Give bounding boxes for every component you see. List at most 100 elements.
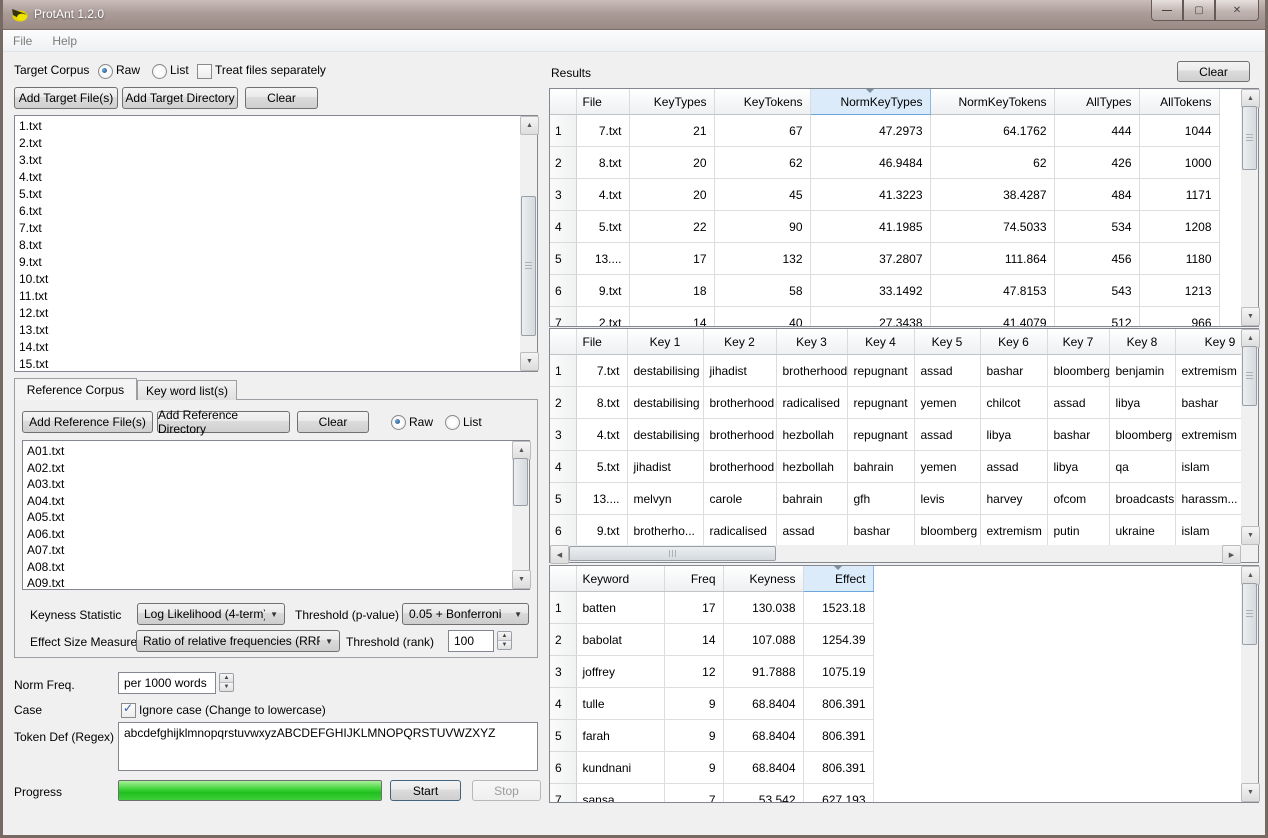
cell[interactable]: 426	[1054, 147, 1139, 179]
table-row[interactable]: 6kundnani968.8404806.391	[550, 752, 873, 784]
list-item[interactable]: A09.txt	[23, 575, 511, 589]
list-item[interactable]: A02.txt	[23, 460, 511, 477]
cell[interactable]: yemen	[914, 451, 980, 483]
cell[interactable]: 20	[629, 147, 714, 179]
cell[interactable]: 47.2973	[810, 115, 930, 147]
reference-clear-button[interactable]: Clear	[297, 411, 369, 433]
scrollbar-thumb[interactable]	[1242, 346, 1257, 406]
cell[interactable]: brotherhood	[703, 387, 776, 419]
keyness-statistic-select[interactable]: Log Likelihood (4-term) ▼	[137, 603, 285, 625]
row-number[interactable]: 2	[550, 387, 576, 419]
cell[interactable]: 21	[629, 115, 714, 147]
column-header[interactable]: File	[576, 329, 627, 355]
list-item[interactable]: 15.txt	[15, 356, 519, 371]
cell[interactable]: 14	[629, 307, 714, 327]
row-number[interactable]: 5	[550, 720, 576, 752]
target-list-scrollbar[interactable]: ▲ ▼	[520, 116, 537, 371]
column-header[interactable]: Keyness	[723, 566, 803, 592]
cell[interactable]: 2.txt	[576, 307, 629, 327]
cell[interactable]: assad	[914, 419, 980, 451]
cell[interactable]: 20	[629, 179, 714, 211]
cell[interactable]: 1523.18	[803, 592, 873, 624]
cell[interactable]: babolat	[576, 624, 664, 656]
cell[interactable]: hezbollah	[776, 451, 847, 483]
cell[interactable]: putin	[1047, 515, 1109, 546]
column-header[interactable]: Key 4	[847, 329, 914, 355]
row-number[interactable]: 5	[550, 243, 576, 275]
list-item[interactable]: 1.txt	[15, 118, 519, 135]
table-row[interactable]: 72.txt144027.343841.4079512966	[550, 307, 1219, 327]
column-header[interactable]: Effect	[803, 566, 873, 592]
list-item[interactable]: 13.txt	[15, 322, 519, 339]
cell[interactable]: radicalised	[776, 387, 847, 419]
column-header[interactable]: File	[576, 89, 629, 115]
cell[interactable]: gfh	[847, 483, 914, 515]
cell[interactable]: jihadist	[627, 451, 703, 483]
scrollbar-thumb[interactable]	[521, 196, 536, 336]
cell[interactable]: bloomberg	[914, 515, 980, 546]
scrollbar-thumb[interactable]	[569, 546, 776, 561]
table-row[interactable]: 513....1713237.2807111.8644561180	[550, 243, 1219, 275]
cell[interactable]: benjamin	[1109, 355, 1175, 387]
threshold-pvalue-select[interactable]: 0.05 + Bonferroni ▼	[402, 603, 529, 625]
reference-list-radio[interactable]	[445, 415, 460, 431]
spinner-down-icon[interactable]: ▼	[220, 682, 233, 691]
cell[interactable]: 41.4079	[930, 307, 1054, 327]
list-item[interactable]: 6.txt	[15, 203, 519, 220]
cell[interactable]: bashar	[1047, 419, 1109, 451]
column-header[interactable]: Key 8	[1109, 329, 1175, 355]
reference-raw-radio[interactable]	[391, 415, 406, 431]
row-number[interactable]: 4	[550, 688, 576, 720]
spinner-down-icon[interactable]: ▼	[498, 640, 511, 649]
cell[interactable]: tulle	[576, 688, 664, 720]
cell[interactable]: 534	[1054, 211, 1139, 243]
add-reference-directory-button[interactable]: Add Reference Directory	[157, 411, 290, 433]
table-row[interactable]: 2babolat14107.0881254.39	[550, 624, 873, 656]
scroll-up-icon[interactable]: ▲	[520, 116, 539, 135]
keys-table-hscrollbar[interactable]: ◀ ▶	[550, 545, 1241, 562]
cell[interactable]: 68.8404	[723, 752, 803, 784]
cell[interactable]: carole	[703, 483, 776, 515]
column-header[interactable]: NormKeyTypes	[810, 89, 930, 115]
spinner-up-icon[interactable]: ▲	[220, 674, 233, 682]
cell[interactable]: 9.txt	[576, 275, 629, 307]
list-item[interactable]: 9.txt	[15, 254, 519, 271]
cell[interactable]: 627.193	[803, 784, 873, 803]
tab-reference-corpus[interactable]: Reference Corpus	[14, 378, 137, 400]
norm-freq-input[interactable]: per 1000 words	[118, 672, 216, 694]
table-row[interactable]: 1batten17130.0381523.18	[550, 592, 873, 624]
cell[interactable]: repugnant	[847, 355, 914, 387]
row-number[interactable]: 1	[550, 592, 576, 624]
cell[interactable]: destabilising	[627, 355, 703, 387]
scrollbar-thumb[interactable]	[513, 458, 528, 506]
spinner-up-icon[interactable]: ▲	[498, 632, 511, 640]
column-header[interactable]: Keyword	[576, 566, 664, 592]
list-item[interactable]: 5.txt	[15, 186, 519, 203]
list-item[interactable]: 11.txt	[15, 288, 519, 305]
cell[interactable]: 543	[1054, 275, 1139, 307]
row-number[interactable]: 6	[550, 275, 576, 307]
cell[interactable]: 58	[714, 275, 810, 307]
scrollbar-thumb[interactable]	[1242, 106, 1257, 170]
cell[interactable]: bloomberg	[1047, 355, 1109, 387]
table-row[interactable]: 69.txtbrotherho...radicalisedassadbashar…	[550, 515, 1241, 546]
cell[interactable]: 47.8153	[930, 275, 1054, 307]
cell[interactable]: 456	[1054, 243, 1139, 275]
cell[interactable]: 9	[664, 752, 723, 784]
cell[interactable]: 966	[1139, 307, 1219, 327]
cell[interactable]: 12	[664, 656, 723, 688]
table-row[interactable]: 513....melvyncarolebahraingfhlevisharvey…	[550, 483, 1241, 515]
cell[interactable]: bashar	[1175, 387, 1241, 419]
target-raw-radio[interactable]	[98, 64, 113, 80]
table-row[interactable]: 5farah968.8404806.391	[550, 720, 873, 752]
cell[interactable]: bashar	[980, 355, 1047, 387]
cell[interactable]: 1213	[1139, 275, 1219, 307]
column-header[interactable]: Key 2	[703, 329, 776, 355]
table-row[interactable]: 45.txtjihadistbrotherhoodhezbollahbahrai…	[550, 451, 1241, 483]
results-clear-button[interactable]: Clear	[1177, 61, 1250, 82]
cell[interactable]: 62	[714, 147, 810, 179]
cell[interactable]: destabilising	[627, 387, 703, 419]
cell[interactable]: 33.1492	[810, 275, 930, 307]
maximize-button[interactable]: ▢	[1183, 0, 1215, 21]
cell[interactable]: 9	[664, 688, 723, 720]
